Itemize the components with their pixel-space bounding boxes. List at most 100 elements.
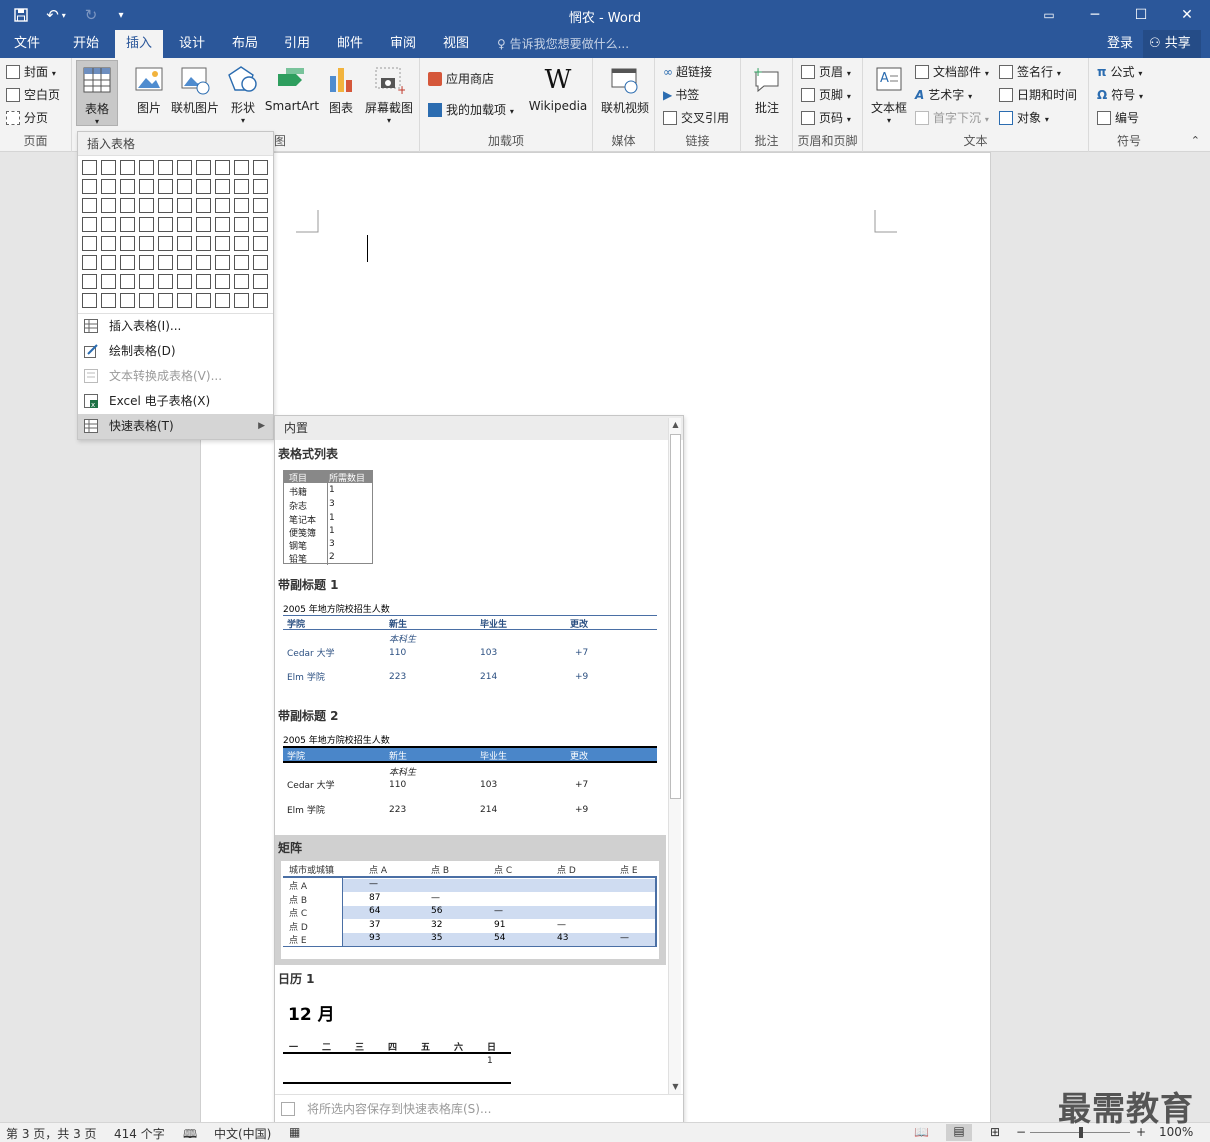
grid-cell[interactable] (101, 293, 116, 308)
share-button[interactable]: ⚇ 共享 (1143, 30, 1201, 58)
web-layout-icon[interactable]: ⊞ (990, 1125, 1000, 1139)
tell-me-search[interactable]: ♀ 告诉我您想要做什么... (497, 30, 629, 58)
minimize-icon[interactable]: ─ (1072, 0, 1118, 30)
grid-cell[interactable] (82, 160, 97, 175)
grid-cell[interactable] (253, 236, 268, 251)
grid-cell[interactable] (196, 236, 211, 251)
scroll-up-icon[interactable]: ▲ (669, 418, 682, 432)
tab-home[interactable]: 开始 (60, 30, 112, 58)
collapse-ribbon-icon[interactable]: ⌃ (1191, 134, 1200, 147)
bookmark-button[interactable]: ▶ 书签 (663, 85, 699, 105)
my-addins-button[interactable]: 我的加载项 ▾ (428, 100, 514, 120)
grid-cell[interactable] (177, 217, 192, 232)
grid-cell[interactable] (139, 179, 154, 194)
grid-cell[interactable] (234, 160, 249, 175)
menu-text-to-table[interactable]: 文本转换成表格(V)... (78, 364, 273, 389)
grid-cell[interactable] (196, 160, 211, 175)
grid-cell[interactable] (234, 198, 249, 213)
comment-button[interactable]: + 批注 (747, 64, 787, 116)
grid-cell[interactable] (177, 255, 192, 270)
grid-cell[interactable] (253, 179, 268, 194)
grid-cell[interactable] (253, 255, 268, 270)
grid-cell[interactable] (234, 179, 249, 194)
grid-cell[interactable] (215, 293, 230, 308)
object-button[interactable]: 对象 ▾ (999, 108, 1049, 128)
scroll-thumb[interactable] (670, 434, 681, 799)
grid-cell[interactable] (215, 255, 230, 270)
grid-cell[interactable] (215, 160, 230, 175)
grid-cell[interactable] (234, 293, 249, 308)
smartart-button[interactable]: SmartArt (264, 64, 320, 113)
tab-file[interactable]: 文件 (0, 30, 54, 58)
tab-review[interactable]: 审阅 (378, 30, 428, 58)
tab-view[interactable]: 视图 (431, 30, 481, 58)
menu-excel-spreadsheet[interactable]: x Excel 电子表格(X) (78, 389, 273, 414)
footer-button[interactable]: 页脚 ▾ (801, 85, 851, 105)
grid-cell[interactable] (139, 217, 154, 232)
grid-cell[interactable] (177, 274, 192, 289)
grid-cell[interactable] (120, 255, 135, 270)
quick-table-subheading-2[interactable]: 带副标题 2 2005 年地方院校招生人数 学院 新生 毕业生 更改 本科生 C… (275, 703, 666, 833)
grid-cell[interactable] (196, 179, 211, 194)
grid-cell[interactable] (101, 179, 116, 194)
datetime-button[interactable]: 日期和时间 (999, 85, 1077, 105)
grid-cell[interactable] (253, 198, 268, 213)
menu-insert-table[interactable]: 插入表格(I)... (78, 314, 273, 339)
grid-cell[interactable] (215, 236, 230, 251)
grid-cell[interactable] (139, 293, 154, 308)
grid-cell[interactable] (196, 274, 211, 289)
dropcap-button[interactable]: 首字下沉 ▾ (915, 108, 989, 128)
page-number-button[interactable]: 页码 ▾ (801, 108, 851, 128)
quick-table-tabular-list[interactable]: 表格式列表 项目 所需数目 书籍 1 杂志 3 笔记本 1 便笺簿 1 钢笔 3… (275, 440, 666, 570)
grid-cell[interactable] (196, 293, 211, 308)
grid-cell[interactable] (120, 217, 135, 232)
quick-table-subheading-1[interactable]: 带副标题 1 2005 年地方院校招生人数 学院 新生 毕业生 更改 本科生 C… (275, 572, 666, 698)
save-to-gallery[interactable]: 将所选内容保存到快速表格库(S)... (275, 1094, 683, 1122)
hyperlink-button[interactable]: ∞ 超链接 (663, 62, 712, 82)
grid-cell[interactable] (215, 274, 230, 289)
grid-cell[interactable] (82, 236, 97, 251)
read-mode-icon[interactable]: 📖 (914, 1125, 929, 1139)
grid-cell[interactable] (101, 160, 116, 175)
gallery-scrollbar[interactable]: ▲ ▼ (668, 418, 681, 1094)
tab-layout[interactable]: 布局 (220, 30, 270, 58)
online-video-button[interactable]: 联机视频 (597, 64, 653, 116)
grid-cell[interactable] (215, 179, 230, 194)
wikipedia-button[interactable]: W Wikipedia (526, 64, 590, 113)
table-button[interactable]: 表格 ▾ (76, 60, 118, 126)
crossref-button[interactable]: 交叉引用 (663, 108, 729, 128)
grid-cell[interactable] (158, 198, 173, 213)
grid-cell[interactable] (196, 198, 211, 213)
grid-cell[interactable] (82, 293, 97, 308)
shapes-button[interactable]: 形状 ▾ (224, 64, 262, 125)
grid-cell[interactable] (215, 217, 230, 232)
grid-cell[interactable] (158, 160, 173, 175)
macro-icon[interactable]: ▦ (289, 1125, 300, 1139)
numbering-button[interactable]: 编号 (1097, 108, 1139, 128)
picture-button[interactable]: 图片 (129, 64, 169, 116)
zoom-out-icon[interactable]: − (1016, 1125, 1026, 1139)
grid-cell[interactable] (158, 217, 173, 232)
grid-cell[interactable] (177, 160, 192, 175)
grid-cell[interactable] (158, 274, 173, 289)
login-link[interactable]: 登录 (1107, 30, 1133, 58)
grid-cell[interactable] (253, 217, 268, 232)
grid-cell[interactable] (158, 255, 173, 270)
chart-button[interactable]: 图表 (324, 64, 358, 116)
grid-cell[interactable] (158, 293, 173, 308)
equation-button[interactable]: π 公式 ▾ (1097, 62, 1142, 82)
grid-cell[interactable] (82, 179, 97, 194)
store-button[interactable]: 应用商店 (428, 69, 494, 89)
grid-cell[interactable] (82, 274, 97, 289)
tab-insert[interactable]: 插入 (115, 30, 163, 58)
grid-cell[interactable] (120, 198, 135, 213)
grid-cell[interactable] (234, 255, 249, 270)
grid-cell[interactable] (82, 198, 97, 213)
tab-references[interactable]: 引用 (272, 30, 322, 58)
quick-table-matrix[interactable]: 矩阵 城市或城镇点 A点 B点 C点 D点 E点 A — 点 B 87— 点 C 64 56… (275, 835, 666, 965)
grid-cell[interactable] (234, 274, 249, 289)
grid-cell[interactable] (196, 255, 211, 270)
textbox-button[interactable]: A 文本框 ▾ (867, 64, 911, 125)
grid-cell[interactable] (101, 198, 116, 213)
close-icon[interactable]: ✕ (1164, 0, 1210, 30)
